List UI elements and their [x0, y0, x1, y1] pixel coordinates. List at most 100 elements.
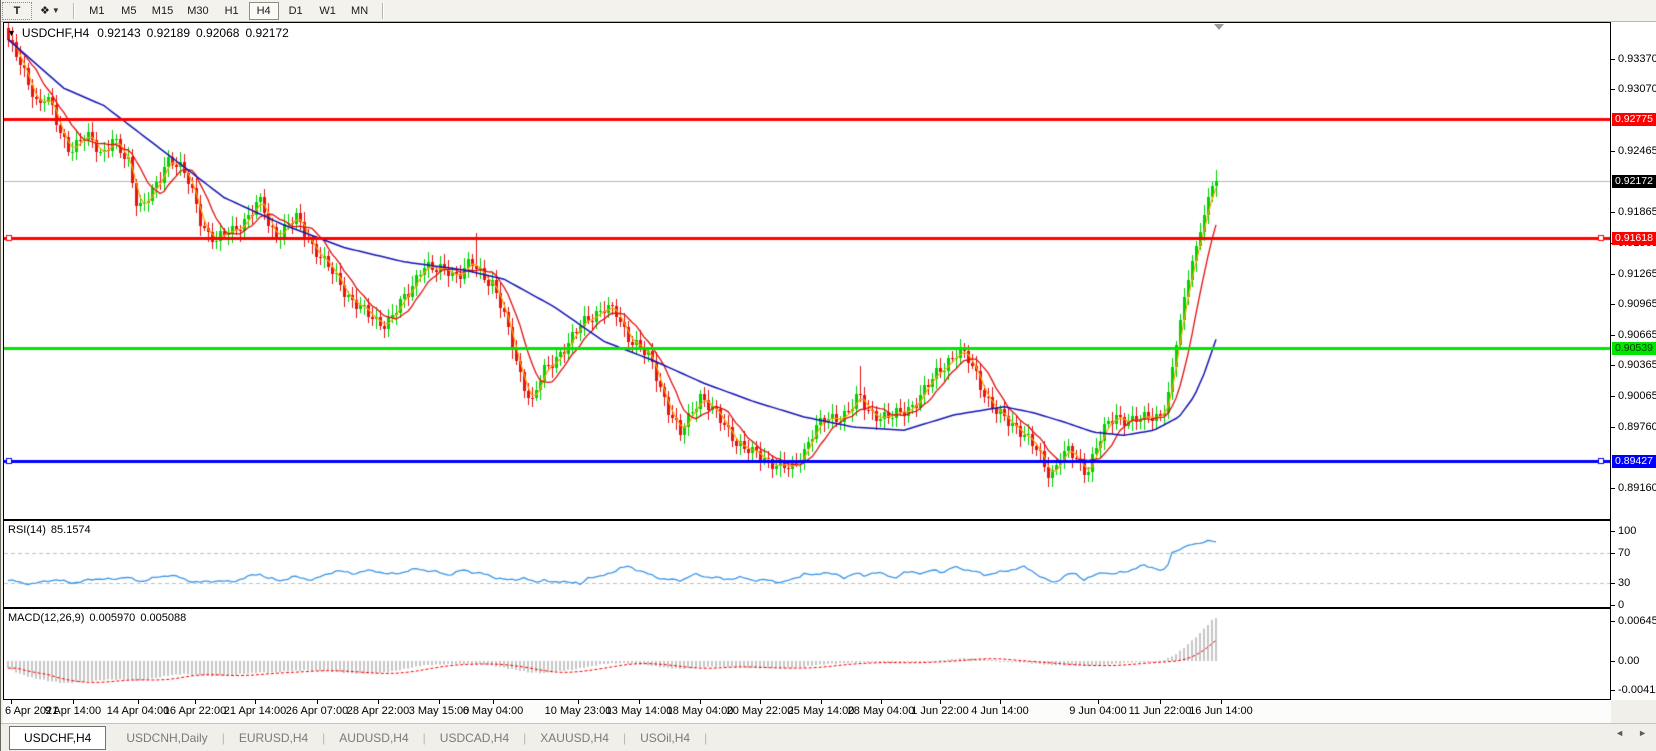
text-tool-button[interactable]: T: [2, 2, 32, 20]
time-axis-tick: [138, 700, 139, 704]
macd-axis-label: 0.00: [1618, 655, 1639, 667]
main-chart-canvas[interactable]: [4, 23, 1610, 519]
chart-tab-audusd[interactable]: AUDUSD,H4: [325, 727, 422, 749]
time-axis-tick: [11, 700, 12, 704]
macd-axis-tick: [1611, 621, 1615, 622]
time-axis-tick: [493, 700, 494, 704]
time-axis-tick: [578, 700, 579, 704]
price-axis-tick: [1611, 59, 1615, 60]
price-badge: 0.90539: [1612, 342, 1656, 355]
ohlc-close: 0.92172: [245, 26, 288, 40]
ohlc-open: 0.92143: [97, 26, 140, 40]
macd-signal-value: 0.005088: [140, 612, 186, 624]
time-axis-tick: [760, 700, 761, 704]
price-axis-label: 0.89160: [1618, 482, 1656, 494]
timeframe-button-M30[interactable]: M30: [181, 2, 214, 20]
chart-tab-eurusd[interactable]: EURUSD,H4: [225, 727, 322, 749]
price-badge: 0.89427: [1612, 455, 1656, 468]
timeframe-button-M5[interactable]: M5: [114, 2, 144, 20]
tab-scroll-buttons: ◄ ►: [1615, 728, 1647, 738]
price-axis-tick: [1611, 365, 1615, 366]
objects-dropdown-button[interactable]: ❖ ▼: [34, 2, 66, 20]
macd-axis-label: -0.004129: [1618, 684, 1656, 696]
rsi-axis-label: 0: [1618, 599, 1624, 611]
macd-label: MACD(12,26,9) 0.005970 0.005088: [8, 612, 186, 624]
price-axis-label: 0.91865: [1618, 206, 1656, 218]
tab-scroll-left-icon[interactable]: ◄: [1615, 728, 1624, 738]
price-axis-tick: [1611, 89, 1615, 90]
time-axis[interactable]: 6 Apr 20219 Apr 14:0014 Apr 04:0016 Apr …: [3, 700, 1611, 723]
chart-symbol-period: USDCHF,H4: [22, 26, 89, 40]
time-axis-label: 16 Jun 14:00: [1173, 705, 1269, 717]
timeframe-button-MN[interactable]: MN: [345, 2, 375, 20]
toolbar-separator: [382, 3, 384, 19]
price-badge: 0.91618: [1612, 232, 1656, 245]
tab-separator: |: [704, 731, 707, 745]
chart-tab-usoil[interactable]: USOil,H4: [626, 727, 704, 749]
time-axis-label: 6 May 04:00: [445, 705, 541, 717]
chevron-down-icon: ▼: [52, 6, 60, 15]
price-axis-label: 0.92465: [1618, 145, 1656, 157]
time-axis-tick: [195, 700, 196, 704]
time-axis-tick: [700, 700, 701, 704]
timeframe-button-M1[interactable]: M1: [82, 2, 112, 20]
timeframe-button-H1[interactable]: H1: [217, 2, 247, 20]
rsi-axis-tick: [1611, 605, 1615, 606]
price-axis-tick: [1611, 396, 1615, 397]
time-axis-tick: [73, 700, 74, 704]
chevron-down-icon[interactable]: ▼: [7, 28, 16, 38]
rsi-axis-tick: [1611, 531, 1615, 532]
timeframe-button-M15[interactable]: M15: [146, 2, 179, 20]
rsi-axis-tick: [1611, 583, 1615, 584]
macd-axis-tick: [1611, 661, 1615, 662]
timeframe-button-D1[interactable]: D1: [281, 2, 311, 20]
chart-shift-marker[interactable]: [1214, 24, 1224, 30]
toolbar: T ❖ ▼ M1M5M15M30H1H4D1W1MN: [1, 0, 1656, 22]
price-axis-tick: [1611, 488, 1615, 489]
chart-tab-usdcnh[interactable]: USDCNH,Daily: [112, 727, 221, 749]
rsi-axis-label: 70: [1618, 547, 1630, 559]
macd-main-value: 0.005970: [89, 612, 135, 624]
objects-tool-icon: ❖: [40, 4, 50, 17]
rsi-indicator-value: 85.1574: [51, 524, 91, 536]
rsi-indicator-name: RSI(14): [8, 524, 46, 536]
macd-axis-tick: [1611, 690, 1615, 691]
chart-tab-xauusd[interactable]: XAUUSD,H4: [526, 727, 623, 749]
time-axis-tick: [639, 700, 640, 704]
time-axis-tick: [1221, 700, 1222, 704]
time-axis-tick: [439, 700, 440, 704]
ohlc-low: 0.92068: [196, 26, 239, 40]
chart-tab-usdchf[interactable]: USDCHF,H4: [9, 726, 106, 750]
price-axis-tick: [1611, 304, 1615, 305]
price-badge: 0.92172: [1612, 175, 1656, 188]
price-axis-tick: [1611, 274, 1615, 275]
timeframe-button-W1[interactable]: W1: [313, 2, 343, 20]
price-axis-label: 0.93370: [1618, 53, 1656, 65]
macd-axis-label: 0.006451: [1618, 615, 1656, 627]
ohlc-high: 0.92189: [147, 26, 190, 40]
time-axis-tick: [940, 700, 941, 704]
price-badge: 0.92775: [1612, 113, 1656, 126]
price-axis-tick: [1611, 151, 1615, 152]
price-axis-tick: [1611, 212, 1615, 213]
price-axis-label: 0.91265: [1618, 268, 1656, 280]
chart-tab-usdcad[interactable]: USDCAD,H4: [426, 727, 523, 749]
price-axis-label: 0.90365: [1618, 359, 1656, 371]
time-axis-tick: [317, 700, 318, 704]
macd-panel-canvas[interactable]: [4, 609, 1610, 699]
time-axis-tick: [881, 700, 882, 704]
timeframe-button-H4[interactable]: H4: [249, 2, 279, 20]
terminal-window: T ❖ ▼ M1M5M15M30H1H4D1W1MN ▼ USDCHF,H4 0…: [0, 0, 1656, 751]
rsi-axis-label: 100: [1618, 525, 1636, 537]
rsi-panel-canvas[interactable]: [4, 521, 1610, 607]
price-axis-label: 0.90065: [1618, 390, 1656, 402]
timeframe-button-group: M1M5M15M30H1H4D1W1MN: [81, 2, 376, 20]
price-axis-label: 0.93070: [1618, 83, 1656, 95]
macd-indicator-name: MACD(12,26,9): [8, 612, 84, 624]
tab-scroll-right-icon[interactable]: ►: [1638, 728, 1647, 738]
rsi-label: RSI(14) 85.1574: [8, 524, 91, 536]
chart-legend: ▼ USDCHF,H4 0.92143 0.92189 0.92068 0.92…: [7, 26, 289, 40]
price-axis-label: 0.90665: [1618, 329, 1656, 341]
price-axis-tick: [1611, 427, 1615, 428]
time-axis-label: 4 Jun 14:00: [952, 705, 1048, 717]
